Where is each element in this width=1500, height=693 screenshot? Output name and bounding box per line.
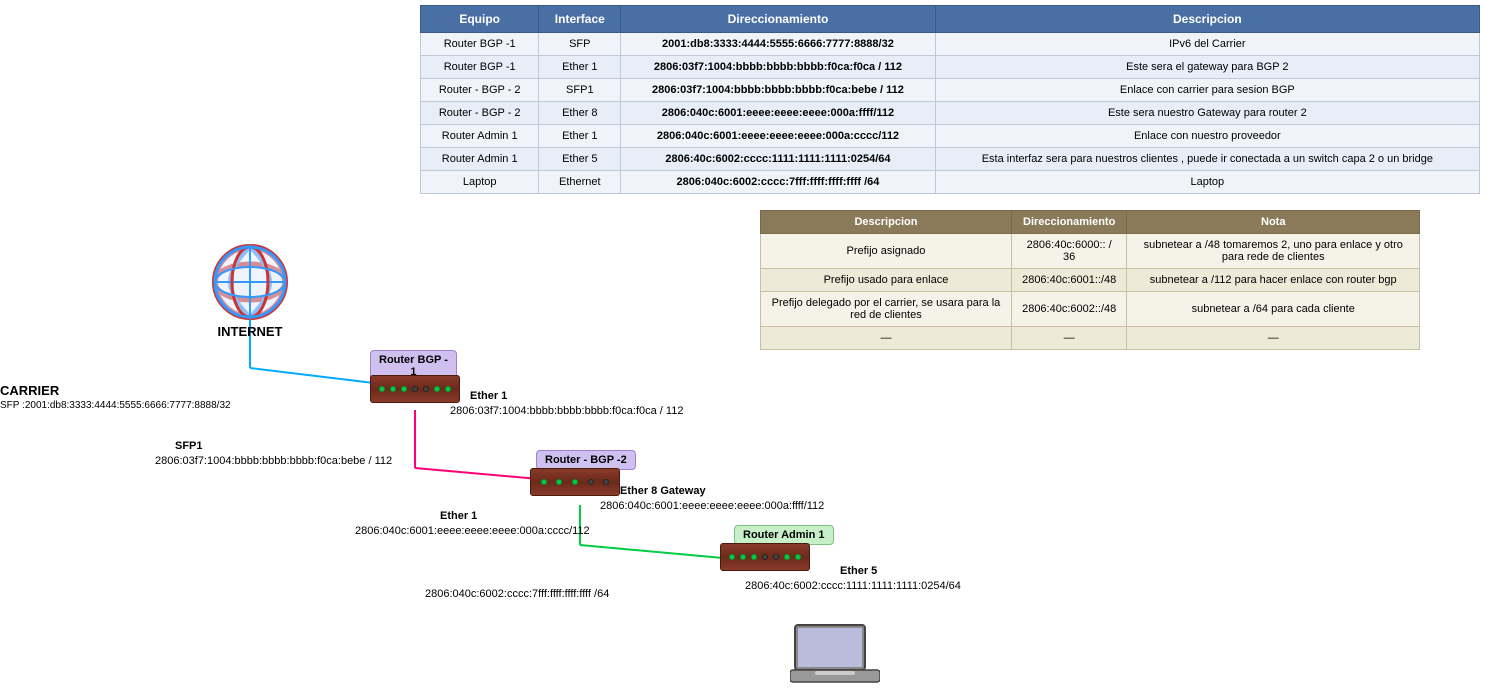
router-bgp2-box: Router - BGP -2 bbox=[536, 450, 636, 470]
network-diagram: INTERNET CARRIER SFP :2001:db8:3333:4444… bbox=[0, 130, 760, 620]
bgp2-ether8-label: Ether 8 Gateway bbox=[620, 485, 706, 497]
port-a3 bbox=[751, 554, 757, 560]
port-a1 bbox=[729, 554, 735, 560]
port-b3 bbox=[572, 479, 578, 485]
internet-label: INTERNET bbox=[218, 324, 283, 339]
cell-desc: Este sera nuestro Gateway para router 2 bbox=[935, 102, 1479, 125]
cell-interface: Ether 8 bbox=[539, 102, 621, 125]
bgp1-ether1-label: Ether 1 bbox=[470, 390, 507, 402]
port-b2 bbox=[556, 479, 562, 485]
sub-table-row: — — — bbox=[761, 327, 1420, 350]
sub-cell-nota: subnetear a /112 para hacer enlace con r… bbox=[1127, 269, 1420, 292]
sub-cell-nota: subnetear a /48 tomaremos 2, uno para en… bbox=[1127, 234, 1420, 269]
sub-cell-nota: — bbox=[1127, 327, 1420, 350]
port-a7 bbox=[795, 554, 801, 560]
col-direccionamiento: Direccionamiento bbox=[621, 6, 935, 33]
sub-cell-nota: subnetear a /64 para cada cliente bbox=[1127, 292, 1420, 327]
port-a4 bbox=[762, 554, 768, 560]
cell-interface: SFP bbox=[539, 33, 621, 56]
port-a5 bbox=[773, 554, 779, 560]
cell-desc: IPv6 del Carrier bbox=[935, 33, 1479, 56]
table-row: Router BGP -1 Ether 1 2806:03f7:1004:bbb… bbox=[421, 56, 1480, 79]
cell-interface: Ether 1 bbox=[539, 56, 621, 79]
cell-equipo: Router BGP -1 bbox=[421, 33, 539, 56]
table-row: Router - BGP - 2 SFP1 2806:03f7:1004:bbb… bbox=[421, 79, 1480, 102]
table-row: Router - BGP - 2 Ether 8 2806:040c:6001:… bbox=[421, 102, 1480, 125]
port-4 bbox=[412, 386, 418, 392]
port-5 bbox=[423, 386, 429, 392]
bgp2-sfp1-label: SFP1 bbox=[175, 440, 203, 452]
cell-equipo: Router BGP -1 bbox=[421, 56, 539, 79]
admin1-ether1-label: Ether 1 bbox=[440, 510, 477, 522]
cell-ip: 2806:040c:6001:eeee:eeee:eeee:000a:ffff/… bbox=[621, 102, 935, 125]
port-1 bbox=[379, 386, 385, 392]
port-2 bbox=[390, 386, 396, 392]
cell-ip: 2806:03f7:1004:bbbb:bbbb:bbbb:f0ca:f0ca … bbox=[621, 56, 935, 79]
admin1-ether1-ip: 2806:040c:6001:eeee:eeee:eeee:000a:cccc/… bbox=[355, 525, 590, 537]
sub-cell-ip: 2806:40c:6000:: / 36 bbox=[1011, 234, 1127, 269]
port-b4 bbox=[588, 479, 594, 485]
port-a2 bbox=[740, 554, 746, 560]
sub-cell-desc: Prefijo delegado por el carrier, se usar… bbox=[761, 292, 1012, 327]
cell-desc: Enlace con carrier para sesion BGP bbox=[935, 79, 1479, 102]
sub-cell-desc: Prefijo asignado bbox=[761, 234, 1012, 269]
sub-cell-ip: — bbox=[1011, 327, 1127, 350]
cell-desc: Este sera el gateway para BGP 2 bbox=[935, 56, 1479, 79]
col-interface: Interface bbox=[539, 6, 621, 33]
router-admin1-device bbox=[720, 543, 810, 571]
table-row: Router BGP -1 SFP 2001:db8:3333:4444:555… bbox=[421, 33, 1480, 56]
router-bgp2-device bbox=[530, 468, 620, 496]
port-b5 bbox=[603, 479, 609, 485]
sub-col-nota: Nota bbox=[1127, 211, 1420, 234]
sub-cell-desc: Prefijo usado para enlace bbox=[761, 269, 1012, 292]
admin1-ether5-label: Ether 5 bbox=[840, 565, 877, 577]
port-b1 bbox=[541, 479, 547, 485]
sub-cell-desc: — bbox=[761, 327, 1012, 350]
laptop-icon bbox=[790, 620, 880, 693]
sub-cell-ip: 2806:40c:6002::/48 bbox=[1011, 292, 1127, 327]
port-3 bbox=[401, 386, 407, 392]
col-descripcion: Descripcion bbox=[935, 6, 1479, 33]
router-admin1-box: Router Admin 1 bbox=[734, 525, 834, 545]
carrier-ip: SFP :2001:db8:3333:4444:5555:6666:7777:8… bbox=[0, 400, 231, 411]
bgp2-sfp1-ip: 2806:03f7:1004:bbbb:bbbb:bbbb:f0ca:bebe … bbox=[155, 455, 392, 467]
laptop-ip-label: 2806:040c:6002:cccc:7fff:ffff:ffff:ffff … bbox=[425, 588, 609, 600]
carrier-label: CARRIER bbox=[0, 383, 59, 398]
cell-ip: 2806:03f7:1004:bbbb:bbbb:bbbb:f0ca:bebe … bbox=[621, 79, 935, 102]
bgp2-ether8-ip: 2806:040c:6001:eeee:eeee:eeee:000a:ffff/… bbox=[600, 500, 824, 512]
sub-table-row: Prefijo delegado por el carrier, se usar… bbox=[761, 292, 1420, 327]
cell-desc: Laptop bbox=[935, 171, 1479, 194]
cell-desc: Esta interfaz sera para nuestros cliente… bbox=[935, 148, 1479, 171]
cell-equipo: Router - BGP - 2 bbox=[421, 79, 539, 102]
admin1-ether5-ip: 2806:40c:6002:cccc:1111:1111:1111:0254/6… bbox=[745, 580, 961, 592]
port-6 bbox=[434, 386, 440, 392]
sub-routing-table: Descripcion Direccionamiento Nota Prefij… bbox=[760, 210, 1420, 350]
cell-ip: 2001:db8:3333:4444:5555:6666:7777:8888/3… bbox=[621, 33, 935, 56]
sub-table-row: Prefijo asignado 2806:40c:6000:: / 36 su… bbox=[761, 234, 1420, 269]
cell-interface: SFP1 bbox=[539, 79, 621, 102]
bgp1-ether1-ip: 2806:03f7:1004:bbbb:bbbb:bbbb:f0ca:f0ca … bbox=[450, 405, 683, 417]
router-bgp1-device bbox=[370, 375, 460, 403]
cell-equipo: Router - BGP - 2 bbox=[421, 102, 539, 125]
port-7 bbox=[445, 386, 451, 392]
col-equipo: Equipo bbox=[421, 6, 539, 33]
sub-table-row: Prefijo usado para enlace 2806:40c:6001:… bbox=[761, 269, 1420, 292]
internet-icon: INTERNET bbox=[200, 240, 300, 340]
sub-cell-ip: 2806:40c:6001::/48 bbox=[1011, 269, 1127, 292]
cell-desc: Enlace con nuestro proveedor bbox=[935, 125, 1479, 148]
sub-col-direccionamiento: Direccionamiento bbox=[1011, 211, 1127, 234]
sub-col-descripcion: Descripcion bbox=[761, 211, 1012, 234]
port-a6 bbox=[784, 554, 790, 560]
